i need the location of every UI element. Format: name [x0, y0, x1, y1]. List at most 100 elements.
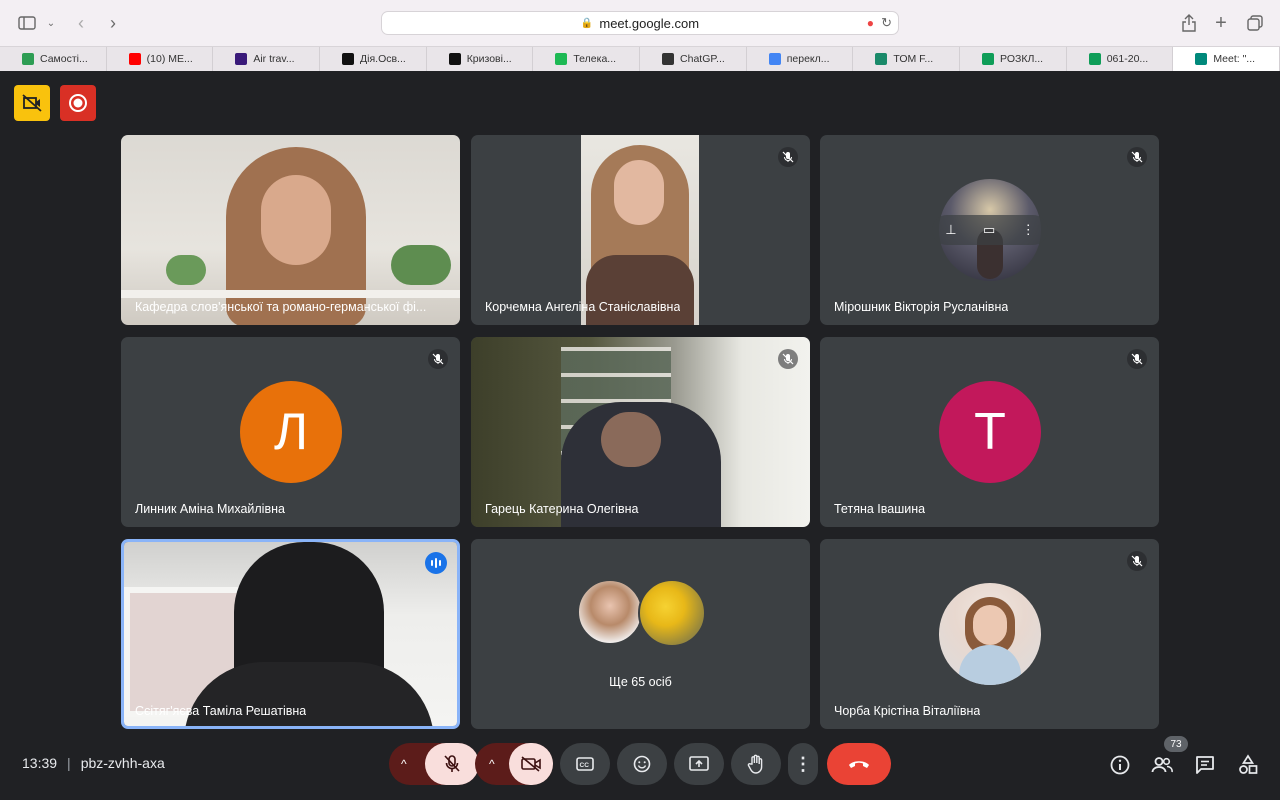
- browser-tab[interactable]: Meet: "...: [1173, 47, 1280, 71]
- participant-tile[interactable]: Чорба Крістіна Віталіївна: [820, 539, 1159, 729]
- new-tab-icon[interactable]: +: [1210, 12, 1232, 34]
- pin-icon[interactable]: ⊥: [945, 222, 956, 238]
- favicon-icon: [128, 53, 141, 65]
- browser-tab[interactable]: Дія.Осв...: [320, 47, 427, 71]
- back-icon[interactable]: ‹: [70, 12, 92, 34]
- url-bar[interactable]: 🔒 meet.google.com ● ↻: [381, 11, 899, 35]
- url-text: meet.google.com: [599, 15, 700, 31]
- participant-name: Тетяна Івашина: [834, 502, 926, 516]
- browser-tab[interactable]: Кризові...: [427, 47, 534, 71]
- mic-off-icon: [428, 349, 448, 369]
- tab-label: Кризові...: [466, 53, 512, 65]
- participant-name: Корчемна Ангеліна Станіславівна: [485, 300, 681, 314]
- captions-button[interactable]: CC: [560, 743, 610, 785]
- favicon-icon: [22, 53, 34, 65]
- chat-button[interactable]: [1194, 754, 1216, 776]
- letter-avatar: Т: [939, 381, 1041, 483]
- tab-overview-icon[interactable]: [1244, 12, 1266, 34]
- tab-label: перекл...: [786, 53, 830, 65]
- recording-button[interactable]: [60, 85, 96, 121]
- participant-tile[interactable]: Гарець Катерина Олегівна: [471, 337, 810, 527]
- audio-options-chevron-icon[interactable]: ^: [401, 757, 407, 771]
- lock-icon: 🔒: [580, 17, 594, 29]
- favicon-icon: [342, 53, 355, 65]
- chevron-down-icon[interactable]: ⌄: [40, 12, 62, 34]
- mic-toggle-button[interactable]: [425, 743, 479, 785]
- face: [601, 412, 661, 467]
- browser-tab[interactable]: Air trav...: [213, 47, 321, 71]
- forward-icon[interactable]: ›: [102, 12, 124, 34]
- browser-tab[interactable]: перекл...: [747, 47, 854, 71]
- participant-tile[interactable]: ⊥ ▭ ⋮ Мірошник Вікторія Русланівна: [820, 135, 1159, 325]
- hand-icon: [747, 754, 763, 774]
- more-options-icon[interactable]: ⋮: [1022, 222, 1035, 238]
- favicon-icon: [768, 53, 781, 65]
- favicon-icon: [982, 53, 995, 65]
- browser-tab[interactable]: Телека...: [533, 47, 641, 71]
- tab-label: Самості...: [40, 53, 88, 65]
- meeting-info: 13:39 | pbz-zvhh-axa: [22, 755, 165, 771]
- camera-toggle-button[interactable]: [509, 743, 553, 785]
- participant-name: Линник Аміна Михайлівна: [135, 502, 285, 516]
- chat-icon: [1196, 756, 1214, 774]
- favicon-icon: [448, 53, 461, 65]
- record-icon: [69, 94, 87, 112]
- favicon-icon: [235, 53, 248, 65]
- participant-tile[interactable]: Кафедра слов'янської та романо-германськ…: [121, 135, 460, 325]
- favicon-icon: [1088, 53, 1101, 65]
- participant-tile[interactable]: Т Тетяна Івашина: [820, 337, 1159, 527]
- microphone-icon[interactable]: ●: [867, 16, 874, 30]
- mic-off-icon: [1127, 349, 1147, 369]
- raise-hand-button[interactable]: [731, 743, 781, 785]
- reload-icon[interactable]: ↻: [881, 15, 892, 31]
- clothing: [586, 255, 694, 325]
- participant-tile[interactable]: Корчемна Ангеліна Станіславівна: [471, 135, 810, 325]
- letter-avatar: Л: [240, 381, 342, 483]
- shapes-icon: [1239, 754, 1258, 774]
- participant-count-badge: 73: [1164, 736, 1188, 752]
- browser-tab[interactable]: Самості...: [0, 47, 107, 71]
- tab-label: Дія.Осв...: [360, 53, 406, 65]
- avatar-photo: [638, 579, 706, 647]
- share-icon[interactable]: [1178, 12, 1200, 34]
- browser-tab[interactable]: 061-20...: [1067, 47, 1174, 71]
- hover-overlay[interactable]: ⊥ ▭ ⋮: [932, 215, 1048, 245]
- participant-tile[interactable]: Л Линник Аміна Михайлівна: [121, 337, 460, 527]
- face: [614, 160, 664, 225]
- more-vert-icon: ⋮: [794, 753, 812, 774]
- favicon-icon: [555, 53, 568, 65]
- sidebar-toggle-icon[interactable]: [16, 12, 38, 34]
- mic-off-icon: [778, 349, 798, 369]
- captions-icon: CC: [576, 757, 594, 771]
- favicon-icon: [662, 53, 675, 65]
- people-button[interactable]: [1151, 754, 1173, 776]
- browser-tab[interactable]: ТОМ F...: [853, 47, 961, 71]
- leave-call-button[interactable]: [827, 743, 891, 785]
- captions-off-button[interactable]: [14, 85, 50, 121]
- activities-button[interactable]: [1237, 754, 1259, 776]
- tab-label: (10) ME...: [146, 53, 193, 65]
- browser-toolbar: ⌄ ‹ › 🔒 meet.google.com ● ↻ +: [0, 0, 1280, 46]
- meeting-details-button[interactable]: [1109, 754, 1131, 776]
- reactions-button[interactable]: [617, 743, 667, 785]
- more-options-button[interactable]: ⋮: [788, 743, 818, 785]
- info-icon: [1110, 755, 1130, 775]
- browser-tab[interactable]: ChatGP...: [640, 47, 747, 71]
- tab-bar: Самості... (10) ME... Air trav... Дія.Осв..…: [0, 46, 1280, 71]
- present-button[interactable]: [674, 743, 724, 785]
- more-participants-tile[interactable]: Ще 65 осіб: [471, 539, 810, 729]
- more-participants-label: Ще 65 осіб: [609, 675, 672, 689]
- video-options-chevron-icon[interactable]: ^: [489, 757, 495, 771]
- tab-label: ChatGP...: [680, 53, 725, 65]
- browser-tab[interactable]: РОЗКЛ...: [960, 47, 1067, 71]
- participant-name: Мірошник Вікторія Русланівна: [834, 300, 1009, 314]
- meeting-code: pbz-zvhh-axa: [80, 755, 165, 771]
- mic-off-icon: [444, 755, 460, 772]
- browser-tab[interactable]: (10) ME...: [107, 47, 214, 71]
- participant-tile-speaking[interactable]: Сєітяг'яєва Таміла Решатівна: [121, 539, 460, 729]
- frame-icon[interactable]: ▭: [983, 222, 995, 238]
- mic-off-icon: [1127, 147, 1147, 167]
- emoji-icon: [633, 755, 651, 773]
- people-icon: [1151, 757, 1173, 773]
- speaking-indicator-icon: [425, 552, 447, 574]
